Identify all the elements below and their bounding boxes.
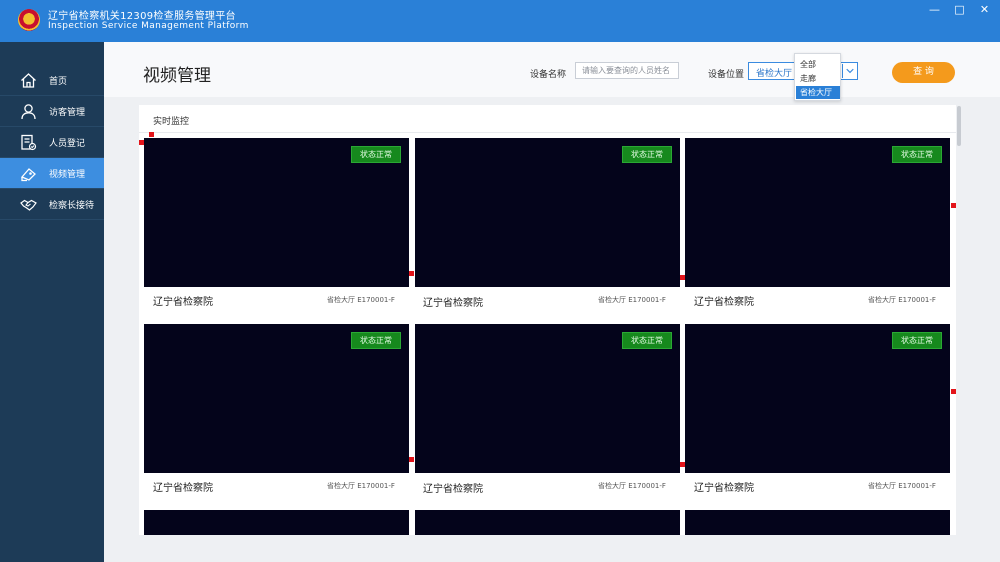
status-badge: 状态正常 (622, 146, 672, 163)
location-option-all[interactable]: 全部 (796, 58, 840, 71)
live-monitor-panel: 实时监控 状态正常 辽宁省检察院 省检大厅 E170001-F 状态正常 辽宁省… (139, 105, 956, 535)
camera-location: 省检大厅 E170001-F (868, 296, 936, 304)
video-icon (20, 168, 36, 182)
camera-feed[interactable]: 状态正常 (685, 324, 950, 473)
camera-feed[interactable]: 状态正常 (144, 324, 409, 473)
sidebar-item-video[interactable]: 视频管理 (0, 158, 104, 189)
camera-name: 辽宁省检察院 (694, 483, 754, 494)
chevron-down-icon[interactable] (842, 64, 857, 78)
selection-marker (951, 389, 956, 394)
sidebar: 首页 访客管理 人员登记 视频管理 检察长接待 (0, 42, 104, 562)
selection-marker (680, 462, 685, 467)
camera-feed[interactable] (685, 510, 950, 535)
camera-feed[interactable]: 状态正常 (415, 138, 680, 287)
selection-marker (680, 275, 685, 280)
selection-marker (409, 271, 414, 276)
device-name-input[interactable] (575, 62, 679, 79)
camera-name: 辽宁省检察院 (694, 297, 754, 308)
status-badge: 状态正常 (892, 146, 942, 163)
close-button[interactable]: ✕ (973, 0, 996, 20)
camera-name: 辽宁省检察院 (153, 483, 213, 494)
status-badge: 状态正常 (351, 332, 401, 349)
sidebar-item-registration[interactable]: 人员登记 (0, 127, 104, 158)
sidebar-item-label: 检察长接待 (49, 201, 95, 211)
camera-location: 省检大厅 E170001-F (327, 296, 395, 304)
location-option-corridor[interactable]: 走廊 (796, 72, 840, 85)
selection-marker (951, 203, 956, 208)
query-button[interactable]: 查 询 (892, 62, 955, 83)
camera-feed[interactable]: 状态正常 (144, 138, 409, 287)
register-icon (21, 134, 37, 151)
selection-marker (409, 457, 414, 462)
camera-location: 省检大厅 E170001-F (598, 482, 666, 490)
app-title-en: Inspection Service Management Platform (48, 21, 249, 31)
location-label: 设备位置 (708, 70, 745, 80)
user-icon (21, 104, 36, 120)
camera-feed[interactable]: 状态正常 (415, 324, 680, 473)
sidebar-item-label: 访客管理 (49, 108, 86, 118)
procuratorate-emblem-logo (18, 9, 40, 31)
maximize-button[interactable]: □ (948, 0, 971, 20)
camera-location: 省检大厅 E170001-F (868, 482, 936, 490)
camera-name: 辽宁省检察院 (153, 297, 213, 308)
scrollbar-thumb[interactable] (957, 106, 961, 146)
status-badge: 状态正常 (622, 332, 672, 349)
page-title: 视频管理 (143, 66, 211, 86)
selection-marker (139, 140, 144, 145)
handshake-icon (20, 199, 37, 211)
status-badge: 状态正常 (351, 146, 401, 163)
title-bar: 辽宁省检察机关12309检查服务管理平台 Inspection Service … (0, 0, 1000, 42)
app-title-cn: 辽宁省检察机关12309检查服务管理平台 (48, 11, 236, 22)
camera-name: 辽宁省检察院 (423, 484, 483, 495)
camera-feed[interactable] (144, 510, 409, 535)
location-select-value: 省检大厅 (756, 69, 793, 79)
sidebar-item-reception[interactable]: 检察长接待 (0, 189, 104, 220)
status-badge: 状态正常 (892, 332, 942, 349)
camera-location: 省检大厅 E170001-F (327, 482, 395, 490)
home-icon (21, 73, 36, 88)
location-dropdown-menu: 全部 走廊 省检大厅 (794, 53, 841, 101)
camera-feed[interactable] (415, 510, 680, 535)
sidebar-item-label: 首页 (49, 77, 68, 87)
device-name-label: 设备名称 (530, 70, 567, 80)
camera-feed[interactable]: 状态正常 (685, 138, 950, 287)
panel-divider (139, 132, 956, 133)
sidebar-item-label: 人员登记 (49, 139, 86, 149)
location-option-lobby[interactable]: 省检大厅 (796, 86, 840, 99)
panel-title: 实时监控 (153, 117, 190, 127)
sidebar-item-visitors[interactable]: 访客管理 (0, 96, 104, 127)
camera-location: 省检大厅 E170001-F (598, 296, 666, 304)
minimize-button[interactable]: — (923, 0, 946, 20)
camera-name: 辽宁省检察院 (423, 298, 483, 309)
selection-marker (149, 132, 154, 137)
sidebar-item-label: 视频管理 (49, 170, 86, 180)
sidebar-item-home[interactable]: 首页 (0, 65, 104, 96)
